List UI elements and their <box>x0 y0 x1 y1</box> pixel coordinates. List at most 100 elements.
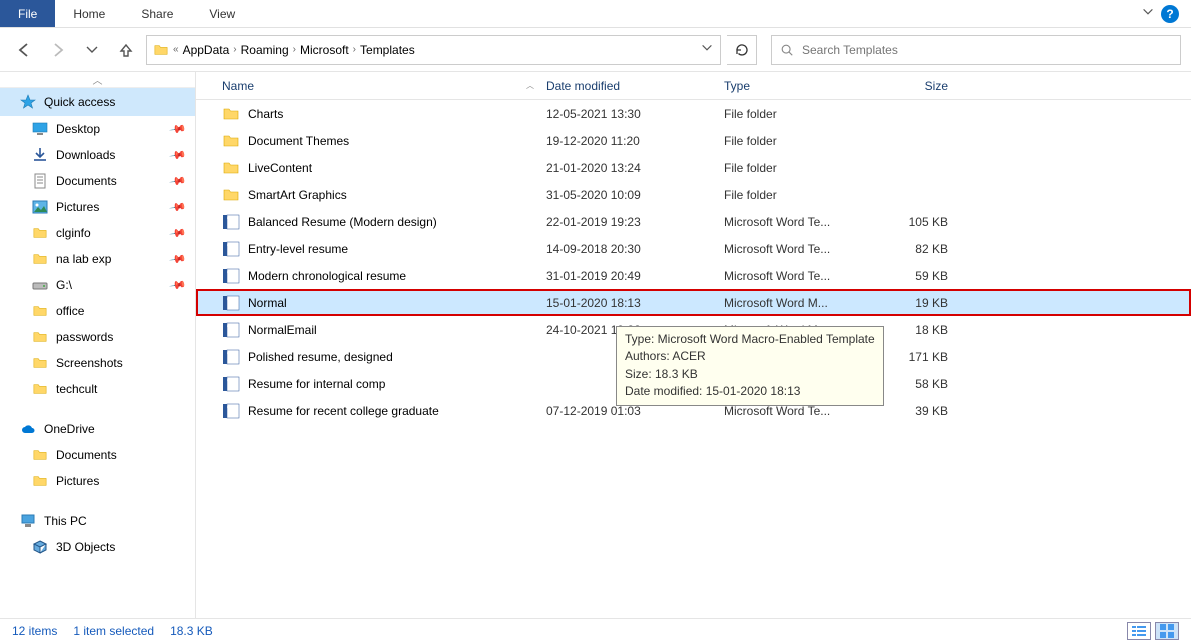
word-document-icon <box>222 213 240 231</box>
file-size: 59 KB <box>868 269 968 283</box>
breadcrumb[interactable]: « AppData› Roaming› Microsoft› Templates <box>146 35 721 65</box>
folder-icon <box>222 132 240 150</box>
sidebar-item-downloads[interactable]: Downloads📌 <box>0 142 195 168</box>
nav-forward-button[interactable] <box>44 36 72 64</box>
file-row[interactable]: Entry-level resume14-09-2018 20:30Micros… <box>196 235 1191 262</box>
file-name: LiveContent <box>248 161 312 175</box>
cube-icon <box>32 539 48 555</box>
refresh-button[interactable] <box>727 35 757 65</box>
search-box[interactable] <box>771 35 1181 65</box>
search-input[interactable] <box>802 43 1172 57</box>
breadcrumb-item[interactable]: Templates <box>360 43 415 57</box>
file-date: 19-12-2020 11:20 <box>540 134 718 148</box>
file-row[interactable]: LiveContent21-01-2020 13:24File folder <box>196 154 1191 181</box>
pin-icon: 📌 <box>169 276 188 295</box>
file-name: Modern chronological resume <box>248 269 406 283</box>
file-name: NormalEmail <box>248 323 317 337</box>
file-name: Polished resume, designed <box>248 350 393 364</box>
breadcrumb-item[interactable]: AppData› <box>183 43 237 57</box>
status-selected-size: 18.3 KB <box>170 624 213 638</box>
sidebar-onedrive[interactable]: OneDrive <box>0 416 195 442</box>
ribbon-tabs: File Home Share View ? <box>0 0 1191 28</box>
file-name: Document Themes <box>248 134 349 148</box>
ribbon-tab-home[interactable]: Home <box>55 0 123 27</box>
sidebar-item-clginfo[interactable]: clginfo📌 <box>0 220 195 246</box>
file-name: Charts <box>248 107 283 121</box>
file-size: 105 KB <box>868 215 968 229</box>
breadcrumb-ellipsis[interactable]: « <box>173 44 179 55</box>
sidebar-item-nalab[interactable]: na lab exp📌 <box>0 246 195 272</box>
file-name: Balanced Resume (Modern design) <box>248 215 437 229</box>
folder-icon <box>32 225 48 241</box>
file-row[interactable]: Charts12-05-2021 13:30File folder <box>196 100 1191 127</box>
file-date: 21-01-2020 13:24 <box>540 161 718 175</box>
file-date: 31-01-2019 20:49 <box>540 269 718 283</box>
status-selected-count: 1 item selected <box>73 624 154 638</box>
file-type: Microsoft Word Te... <box>718 269 868 283</box>
navigation-pane[interactable]: ︿ Quick access Desktop📌 Downloads📌 Docum… <box>0 72 196 618</box>
sidebar-item-documents[interactable]: Documents📌 <box>0 168 195 194</box>
word-document-icon <box>222 375 240 393</box>
sidebar-item-desktop[interactable]: Desktop📌 <box>0 116 195 142</box>
file-name: SmartArt Graphics <box>248 188 347 202</box>
nav-back-button[interactable] <box>10 36 38 64</box>
file-row[interactable]: SmartArt Graphics31-05-2020 10:09File fo… <box>196 181 1191 208</box>
view-large-icons-button[interactable] <box>1155 622 1179 640</box>
nav-history-dropdown[interactable] <box>78 36 106 64</box>
column-headers: Name︿ Date modified Type Size <box>196 72 1191 100</box>
file-size: 19 KB <box>868 296 968 310</box>
column-header-date[interactable]: Date modified <box>540 79 718 93</box>
sidebar-item-3dobjects[interactable]: 3D Objects <box>0 534 195 560</box>
sidebar-item-gdrive[interactable]: G:\📌 <box>0 272 195 298</box>
help-icon[interactable]: ? <box>1161 5 1179 23</box>
sidebar-item-pictures[interactable]: Pictures📌 <box>0 194 195 220</box>
column-header-type[interactable]: Type <box>718 79 868 93</box>
file-date: 12-05-2021 13:30 <box>540 107 718 121</box>
pin-icon: 📌 <box>169 146 188 165</box>
file-size: 82 KB <box>868 242 968 256</box>
sidebar-scroll-up[interactable]: ︿ <box>0 72 195 88</box>
column-header-size[interactable]: Size <box>868 79 968 93</box>
view-details-button[interactable] <box>1127 622 1151 640</box>
file-name: Resume for internal comp <box>248 377 385 391</box>
breadcrumb-item[interactable]: Microsoft› <box>300 43 356 57</box>
file-row[interactable]: Normal15-01-2020 18:13Microsoft Word M..… <box>196 289 1191 316</box>
pin-icon: 📌 <box>169 250 188 269</box>
ribbon-tab-file[interactable]: File <box>0 0 55 27</box>
file-type: Microsoft Word Te... <box>718 242 868 256</box>
sidebar-item-screenshots[interactable]: Screenshots <box>0 350 195 376</box>
sidebar-item-passwords[interactable]: passwords <box>0 324 195 350</box>
word-document-icon <box>222 402 240 420</box>
file-row[interactable]: Balanced Resume (Modern design)22-01-201… <box>196 208 1191 235</box>
file-type: Microsoft Word Te... <box>718 215 868 229</box>
nav-up-button[interactable] <box>112 36 140 64</box>
file-row[interactable]: Modern chronological resume 31-01-2019 20… <box>196 262 1191 289</box>
folder-icon <box>32 447 48 463</box>
cloud-icon <box>20 421 36 437</box>
word-document-icon <box>222 267 240 285</box>
breadcrumb-folder-icon <box>153 42 169 58</box>
pin-icon: 📌 <box>169 198 188 217</box>
file-row[interactable]: Document Themes19-12-2020 11:20File fold… <box>196 127 1191 154</box>
breadcrumb-item[interactable]: Roaming› <box>241 43 296 57</box>
sidebar-item-od-pictures[interactable]: Pictures <box>0 468 195 494</box>
folder-icon <box>222 186 240 204</box>
sidebar-item-office[interactable]: office <box>0 298 195 324</box>
ribbon-expand-icon[interactable] <box>1141 5 1155 22</box>
sidebar-item-techcult[interactable]: techcult <box>0 376 195 402</box>
ribbon-tab-view[interactable]: View <box>191 0 253 27</box>
sidebar-this-pc[interactable]: This PC <box>0 508 195 534</box>
file-name: Resume for recent college graduate <box>248 404 439 418</box>
file-type: Microsoft Word M... <box>718 296 868 310</box>
breadcrumb-dropdown-icon[interactable] <box>700 41 714 58</box>
picture-icon <box>32 199 48 215</box>
word-document-icon <box>222 321 240 339</box>
sidebar-quick-access[interactable]: Quick access <box>0 88 195 116</box>
folder-icon <box>222 159 240 177</box>
sidebar-item-od-documents[interactable]: Documents <box>0 442 195 468</box>
status-item-count: 12 items <box>12 624 57 638</box>
pin-icon: 📌 <box>169 120 188 139</box>
column-header-name[interactable]: Name︿ <box>216 79 540 93</box>
folder-icon <box>32 381 48 397</box>
ribbon-tab-share[interactable]: Share <box>123 0 191 27</box>
